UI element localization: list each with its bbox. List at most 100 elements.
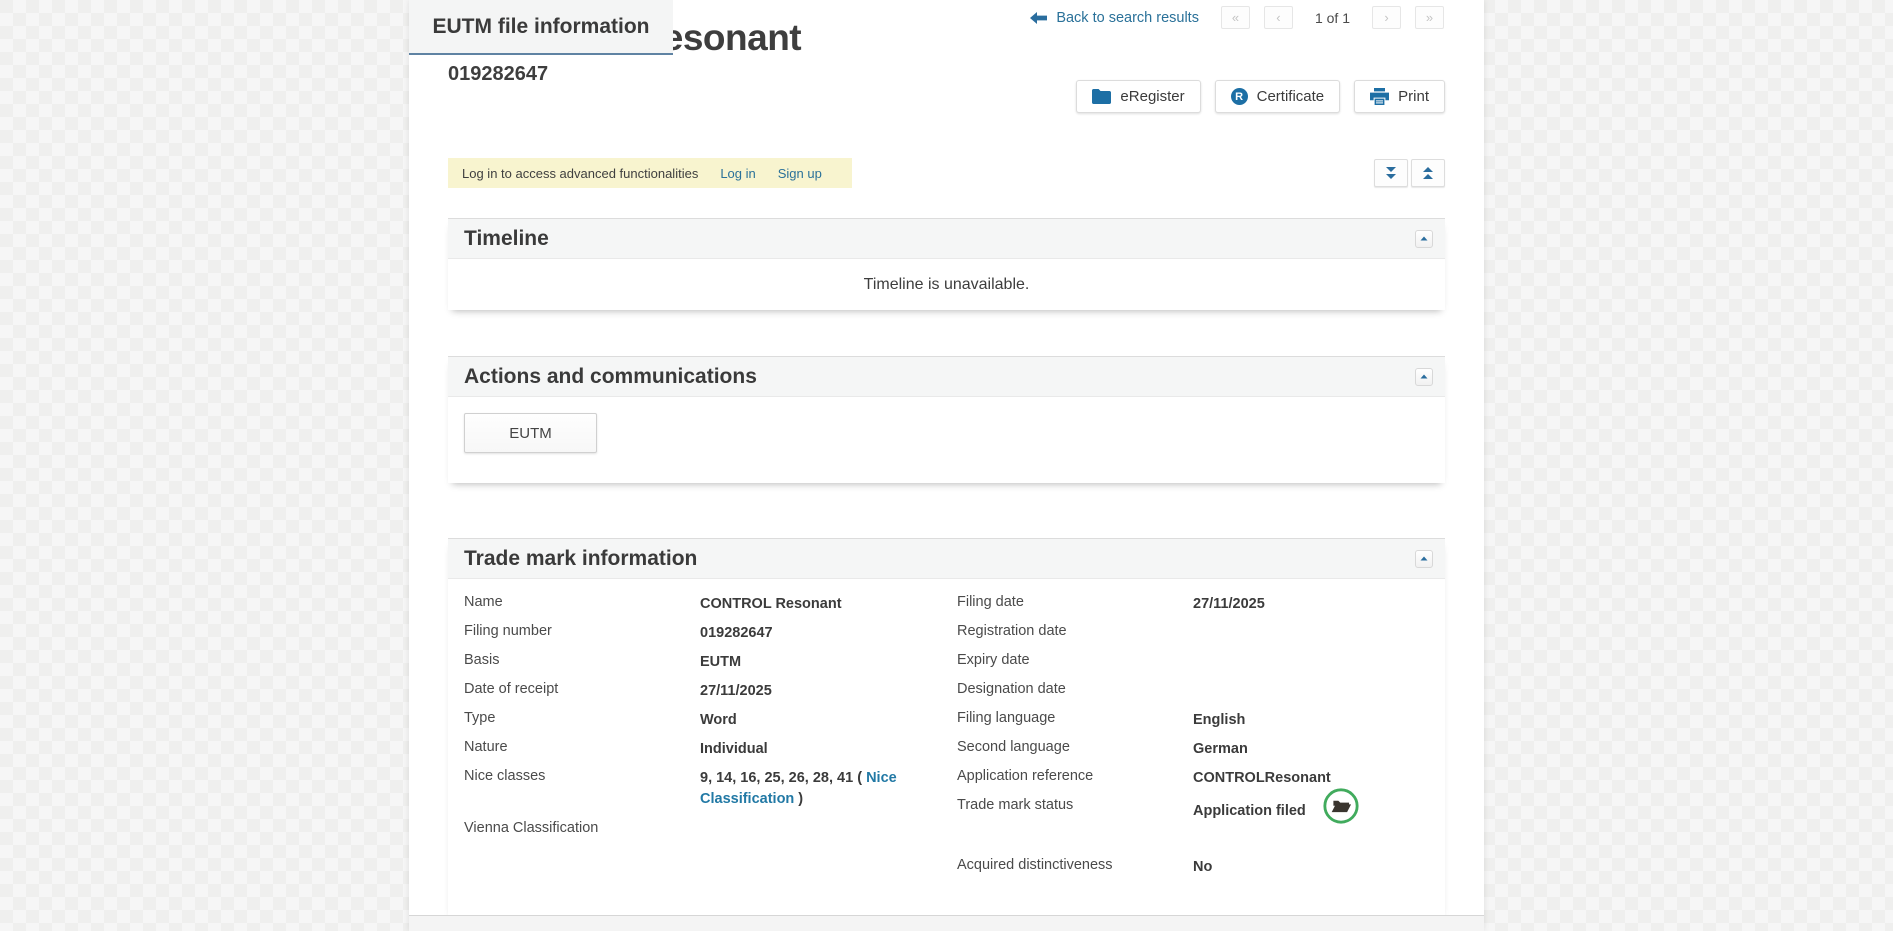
timeline-collapse-button[interactable] (1415, 230, 1433, 248)
field-value: 27/11/2025 (1193, 592, 1445, 615)
field-label: Designation date (957, 679, 1193, 697)
field-value: CONTROLResonant (1193, 766, 1445, 789)
timeline-unavailable-message: Timeline is unavailable. (864, 276, 1030, 294)
field-label: Nature (464, 737, 700, 755)
field-value: No (1193, 855, 1445, 878)
pager-first-button[interactable]: « (1221, 6, 1250, 29)
eutm-actions-tab-button[interactable]: EUTM (464, 413, 597, 453)
back-to-search-results-link[interactable]: Back to search results (1030, 10, 1199, 26)
field-label: Date of receipt (464, 679, 700, 697)
pager-last-button[interactable]: » (1415, 6, 1444, 29)
field-row: Type Word (464, 708, 957, 737)
field-value: EUTM (700, 650, 957, 673)
field-value: 27/11/2025 (700, 679, 957, 702)
tab-label: EUTM file information (433, 15, 650, 39)
field-label: Second language (957, 737, 1193, 755)
double-chevron-up-icon (1420, 166, 1436, 181)
field-label: Vienna Classification (464, 818, 700, 836)
field-label: Filing number (464, 621, 700, 639)
field-label: Trade mark status (957, 795, 1193, 813)
field-value (700, 818, 957, 820)
registered-mark-icon: R (1231, 88, 1248, 105)
actions-section-header: Actions and communications (448, 357, 1445, 397)
field-label: Basis (464, 650, 700, 668)
field-label: Application reference (957, 766, 1193, 784)
top-toolbar: Back to search results « ‹ 1 of 1 › » (1030, 6, 1444, 29)
caret-up-icon (1420, 236, 1428, 241)
print-button-label: Print (1398, 88, 1429, 105)
field-row: Acquired distinctiveness No (957, 855, 1445, 884)
field-row: Filing number 019282647 (464, 621, 957, 650)
field-value: Application filed (1193, 795, 1445, 825)
field-value: German (1193, 737, 1445, 760)
field-value: CONTROL Resonant (700, 592, 957, 615)
field-row: Filing date 27/11/2025 (957, 592, 1445, 621)
expand-all-button[interactable] (1374, 159, 1408, 187)
field-row: Expiry date (957, 650, 1445, 679)
trademark-information-section: Trade mark information Name CONTROL Reso… (448, 538, 1445, 915)
action-buttons: eRegister R Certificate Print (1076, 80, 1445, 113)
login-notice-bar: Log in to access advanced functionalitie… (448, 158, 852, 188)
field-row: Date of receipt 27/11/2025 (464, 679, 957, 708)
timeline-section-title: Timeline (464, 227, 1415, 251)
field-label: Registration date (957, 621, 1193, 639)
pager-count: 1 of 1 (1315, 10, 1350, 26)
eregister-button-label: eRegister (1120, 88, 1184, 105)
field-label: Nice classes (464, 766, 700, 784)
caret-up-icon (1420, 374, 1428, 379)
field-row: Trade mark status Application filed (957, 795, 1445, 843)
field-row: Designation date (957, 679, 1445, 708)
field-value: Word (700, 708, 957, 731)
results-pager: « ‹ 1 of 1 › » (1221, 6, 1444, 29)
tab-eutm-file-information[interactable]: EUTM file information (409, 0, 673, 55)
timeline-section: Timeline Timeline is unavailable. (448, 218, 1445, 310)
open-folder-in-green-circle-icon (1322, 787, 1360, 825)
field-value (1193, 650, 1445, 652)
page-column: EUTM file information Back to search res… (409, 0, 1484, 931)
login-notice-message: Log in to access advanced functionalitie… (462, 166, 698, 181)
actions-collapse-button[interactable] (1415, 368, 1433, 386)
field-value: 9, 14, 16, 25, 26, 28, 41 ( Nice Classif… (700, 766, 957, 810)
field-row: Nice classes 9, 14, 16, 25, 26, 28, 41 (… (464, 766, 957, 818)
field-row: Application reference CONTROLResonant (957, 766, 1445, 795)
eutm-tab-label: EUTM (509, 425, 552, 442)
field-label: Acquired distinctiveness (957, 855, 1193, 873)
pager-next-button[interactable]: › (1372, 6, 1401, 29)
caret-up-icon (1420, 556, 1428, 561)
actions-section-body: EUTM (448, 397, 1445, 453)
timeline-section-header: Timeline (448, 219, 1445, 259)
collapse-all-button[interactable] (1411, 159, 1445, 187)
field-value: 019282647 (700, 621, 957, 644)
eregister-button[interactable]: eRegister (1076, 80, 1200, 113)
field-row: Vienna Classification (464, 818, 957, 847)
folder-icon (1092, 89, 1111, 104)
field-label: Filing language (957, 708, 1193, 726)
sign-up-link[interactable]: Sign up (778, 166, 822, 181)
back-link-label: Back to search results (1056, 10, 1199, 26)
field-row: Nature Individual (464, 737, 957, 766)
trademark-fields-left-column: Name CONTROL Resonant Filing number 0192… (464, 592, 957, 884)
trademark-fields-right-column: Filing date 27/11/2025 Registration date… (957, 592, 1445, 884)
print-button[interactable]: Print (1354, 80, 1445, 113)
field-row: Registration date (957, 621, 1445, 650)
certificate-button-label: Certificate (1257, 88, 1325, 105)
pager-prev-button[interactable]: ‹ (1264, 6, 1293, 29)
field-value (1193, 621, 1445, 623)
field-row: Second language German (957, 737, 1445, 766)
field-label: Expiry date (957, 650, 1193, 668)
field-value (1193, 679, 1445, 681)
field-value: Individual (700, 737, 957, 760)
field-value: English (1193, 708, 1445, 731)
log-in-link[interactable]: Log in (720, 166, 755, 181)
certificate-button[interactable]: R Certificate (1215, 80, 1341, 113)
trademark-section-title: Trade mark information (464, 547, 1415, 571)
arrow-left-icon (1030, 12, 1047, 24)
actions-section-title: Actions and communications (464, 365, 1415, 389)
field-row: Name CONTROL Resonant (464, 592, 957, 621)
next-section-peek (409, 915, 1484, 931)
expand-collapse-controls (1374, 159, 1445, 187)
content-area: Timeline Timeline is unavailable. Action… (409, 218, 1484, 915)
field-label: Name (464, 592, 700, 610)
trademark-collapse-button[interactable] (1415, 550, 1433, 568)
printer-icon (1370, 88, 1389, 105)
